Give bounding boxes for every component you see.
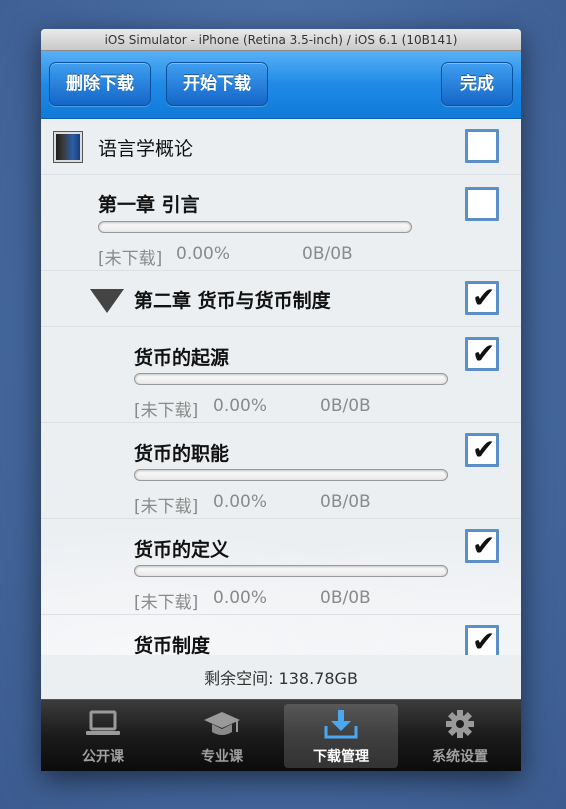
download-percent: 0.00%	[213, 588, 268, 608]
download-status: [未下载]	[134, 401, 199, 421]
item-checkbox[interactable]	[465, 187, 499, 221]
check-icon: ✔	[472, 529, 496, 562]
item-title: 第一章 引言	[98, 194, 200, 216]
download-status: [未下载]	[98, 249, 163, 269]
download-percent: 0.00%	[213, 492, 268, 512]
download-size: 0B/0B	[320, 492, 371, 512]
progress-bar	[134, 565, 448, 577]
done-button[interactable]: 完成	[441, 62, 513, 106]
graduation-cap-icon	[204, 712, 240, 735]
tab-settings[interactable]: 系统设置	[403, 704, 517, 768]
download-icon	[324, 710, 358, 739]
chapter-checkbox[interactable]: ✔	[465, 281, 499, 315]
window-title: iOS Simulator - iPhone (Retina 3.5-inch)…	[41, 29, 521, 51]
download-size: 0B/0B	[302, 244, 353, 264]
item-title: 货币的起源	[134, 347, 230, 369]
tab-open-courses[interactable]: 公开课	[46, 704, 160, 768]
download-percent: 0.00%	[213, 396, 268, 416]
list-item[interactable]: 货币的起源 ✔ [未下载] 0.00% 0B/0B	[41, 327, 521, 423]
tab-label: 专业课	[201, 749, 243, 765]
course-row[interactable]: 语言学概论	[41, 119, 521, 175]
check-icon: ✔	[472, 625, 496, 655]
item-checkbox[interactable]: ✔	[465, 337, 499, 371]
course-checkbox[interactable]	[465, 129, 499, 163]
gear-icon	[446, 710, 474, 738]
delete-download-button[interactable]: 删除下载	[49, 62, 151, 106]
start-download-button[interactable]: 开始下载	[166, 62, 268, 106]
download-size: 0B/0B	[320, 588, 371, 608]
book-icon	[54, 132, 82, 162]
check-icon: ✔	[472, 433, 496, 466]
download-status: [未下载]	[134, 593, 199, 613]
tab-label: 下载管理	[313, 749, 369, 765]
item-checkbox[interactable]: ✔	[465, 433, 499, 467]
progress-bar	[134, 373, 448, 385]
chapter-title: 第二章 货币与货币制度	[134, 290, 331, 312]
list-item[interactable]: 第一章 引言 [未下载] 0.00% 0B/0B	[41, 175, 521, 271]
tab-bar: 公开课 专业课 下载管理 系统设置	[41, 699, 521, 771]
course-title: 语言学概论	[98, 138, 194, 160]
tab-major-courses[interactable]: 专业课	[165, 704, 279, 768]
item-title: 货币制度	[134, 635, 211, 655]
progress-bar	[134, 469, 448, 481]
list-item[interactable]: 货币的定义 ✔ [未下载] 0.00% 0B/0B	[41, 519, 521, 615]
download-list[interactable]: 语言学概论 第一章 引言 [未下载] 0.00% 0B/0B 第二章 货币与货币…	[41, 119, 521, 655]
laptop-icon	[86, 710, 120, 735]
list-item[interactable]: 货币制度 ✔	[41, 615, 521, 655]
item-title: 货币的定义	[134, 539, 230, 561]
chapter-row[interactable]: 第二章 货币与货币制度 ✔	[41, 271, 521, 327]
download-status: [未下载]	[134, 497, 199, 517]
navigation-bar: 删除下载 开始下载 完成	[41, 51, 521, 119]
tab-label: 公开课	[82, 749, 124, 765]
tab-download-manager[interactable]: 下载管理	[284, 704, 398, 768]
simulator-window: iOS Simulator - iPhone (Retina 3.5-inch)…	[41, 29, 521, 771]
list-item[interactable]: 货币的职能 ✔ [未下载] 0.00% 0B/0B	[41, 423, 521, 519]
download-percent: 0.00%	[176, 244, 231, 264]
tab-label: 系统设置	[432, 749, 488, 765]
download-size: 0B/0B	[320, 396, 371, 416]
free-space-label: 剩余空间: 138.78GB	[41, 655, 521, 699]
check-icon: ✔	[472, 281, 496, 314]
item-checkbox[interactable]: ✔	[465, 529, 499, 563]
item-title: 货币的职能	[134, 443, 230, 465]
progress-bar	[98, 221, 412, 233]
item-checkbox[interactable]: ✔	[465, 625, 499, 655]
disclosure-triangle-icon[interactable]	[90, 289, 124, 313]
check-icon: ✔	[472, 337, 496, 370]
